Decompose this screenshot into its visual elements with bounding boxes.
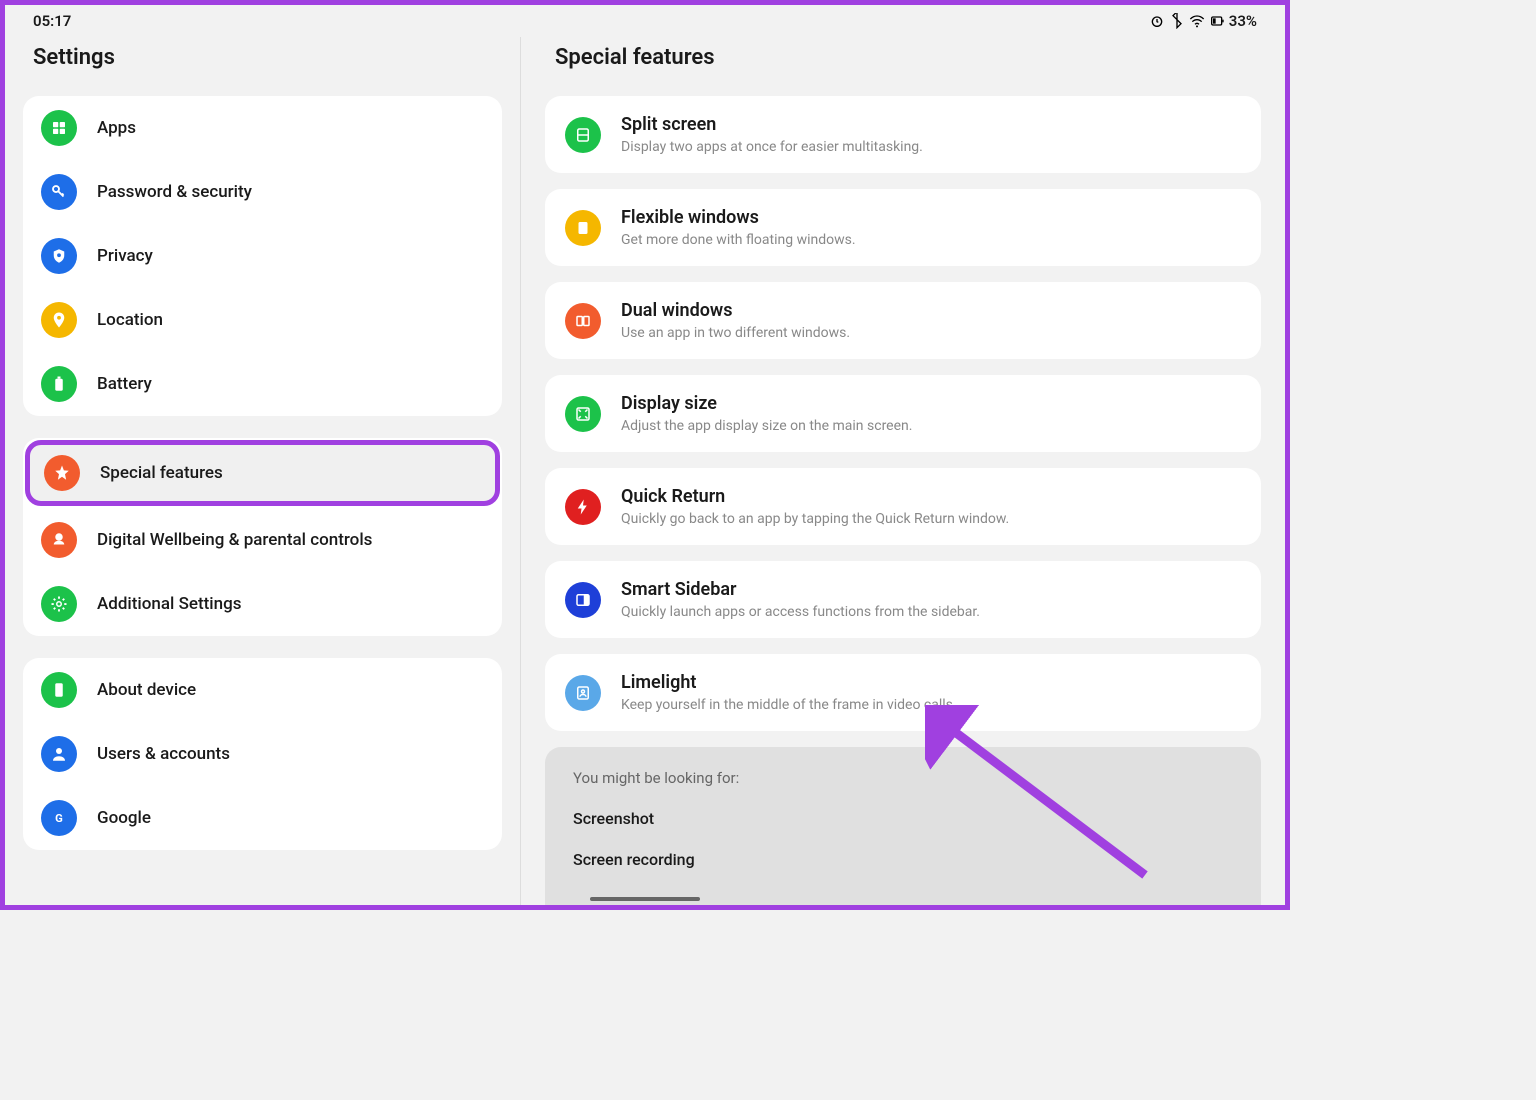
sidebar-item-battery[interactable]: Battery (23, 352, 502, 416)
settings-group-1: Apps Password & security Privacy Locatio… (23, 96, 502, 416)
portrait-icon (565, 675, 601, 711)
suggestion-screenshot[interactable]: Screenshot (573, 809, 1233, 828)
feature-title: Split screen (621, 114, 1241, 135)
feature-desc: Display two apps at once for easier mult… (621, 139, 1241, 155)
pin-icon (41, 302, 77, 338)
sidebar-item-location[interactable]: Location (23, 288, 502, 352)
settings-group-2: Special features Digital Wellbeing & par… (23, 438, 502, 636)
sidebar-item-users-accounts[interactable]: Users & accounts (23, 722, 502, 786)
bolt-icon (565, 489, 601, 525)
sidebar-item-label: Password & security (97, 182, 252, 202)
sidebar-item-digital-wellbeing-parental-controls[interactable]: Digital Wellbeing & parental controls (23, 508, 502, 572)
feature-desc: Get more done with floating windows. (621, 232, 1241, 248)
grid-icon (41, 110, 77, 146)
battery-icon (1209, 13, 1225, 29)
feature-dual-windows[interactable]: Dual windows Use an app in two different… (545, 282, 1261, 359)
dual-icon (565, 303, 601, 339)
settings-title: Settings (23, 37, 502, 96)
feature-smart-sidebar[interactable]: Smart Sidebar Quickly launch apps or acc… (545, 561, 1261, 638)
wifi-icon (1189, 13, 1205, 29)
sidebar-item-privacy[interactable]: Privacy (23, 224, 502, 288)
feature-desc: Adjust the app display size on the main … (621, 418, 1241, 434)
sidebar-item-apps[interactable]: Apps (23, 96, 502, 160)
suggestions-card: You might be looking for: Screenshot Scre… (545, 747, 1261, 905)
sidebar-item-additional-settings[interactable]: Additional Settings (23, 572, 502, 636)
feature-limelight[interactable]: Limelight Keep yourself in the middle of… (545, 654, 1261, 731)
feature-split-screen[interactable]: Split screen Display two apps at once fo… (545, 96, 1261, 173)
sidebar-item-label: Battery (97, 374, 152, 394)
feature-title: Smart Sidebar (621, 579, 1241, 600)
feature-title: Dual windows (621, 300, 1241, 321)
sidebar-item-about-device[interactable]: About device (23, 658, 502, 722)
feature-panel-title: Special features (545, 37, 1261, 96)
home-indicator[interactable] (590, 897, 700, 901)
status-bar: 05:17 33% (5, 5, 1285, 37)
user-icon (41, 736, 77, 772)
sidebar-item-special-features[interactable]: Special features (25, 440, 500, 506)
key-icon (41, 174, 77, 210)
sidebar-item-label: Additional Settings (97, 594, 242, 614)
feature-desc: Keep yourself in the middle of the frame… (621, 697, 1241, 713)
feature-desc: Quickly launch apps or access functions … (621, 604, 1241, 620)
feature-title: Limelight (621, 672, 1241, 693)
suggestions-header: You might be looking for: (573, 769, 1233, 787)
shield-icon (41, 238, 77, 274)
battery-percent: 33% (1229, 12, 1257, 30)
star-icon (44, 455, 80, 491)
split-icon (565, 117, 601, 153)
sidebar-item-label: About device (97, 680, 196, 700)
sidebar-item-label: Google (97, 808, 151, 828)
feature-title: Display size (621, 393, 1241, 414)
phone-icon (41, 672, 77, 708)
gear-icon (41, 586, 77, 622)
feature-title: Flexible windows (621, 207, 1241, 228)
suggestion-screen-recording[interactable]: Screen recording (573, 850, 1233, 869)
feature-flexible-windows[interactable]: Flexible windows Get more done with floa… (545, 189, 1261, 266)
feature-display-size[interactable]: Display size Adjust the app display size… (545, 375, 1261, 452)
g-icon: G (41, 800, 77, 836)
feature-panel: Special features Split screen Display tw… (521, 37, 1285, 905)
sidebar-item-label: Apps (97, 118, 136, 138)
sidebar-item-label: Users & accounts (97, 744, 230, 764)
expand-icon (565, 396, 601, 432)
sidebar-item-password-security[interactable]: Password & security (23, 160, 502, 224)
sidebar-item-label: Location (97, 310, 163, 330)
feature-title: Quick Return (621, 486, 1241, 507)
settings-group-3: About device Users & accounts G Google (23, 658, 502, 850)
status-icons: 33% (1149, 12, 1257, 30)
sidebar-item-label: Privacy (97, 246, 153, 266)
battery-icon (41, 366, 77, 402)
alarm-icon (1149, 13, 1165, 29)
feature-desc: Quickly go back to an app by tapping the… (621, 511, 1241, 527)
feature-desc: Use an app in two different windows. (621, 325, 1241, 341)
sidebar-item-google[interactable]: G Google (23, 786, 502, 850)
sidebar-item-label: Special features (100, 463, 223, 483)
window-icon (565, 210, 601, 246)
svg-text:G: G (55, 812, 63, 825)
bluetooth-icon (1169, 13, 1185, 29)
status-time: 05:17 (33, 12, 71, 30)
sidebar-item-label: Digital Wellbeing & parental controls (97, 530, 372, 550)
feature-quick-return[interactable]: Quick Return Quickly go back to an app b… (545, 468, 1261, 545)
settings-sidebar: Settings Apps Password & security Privac… (5, 37, 521, 905)
sidebar-icon (565, 582, 601, 618)
heart-icon (41, 522, 77, 558)
